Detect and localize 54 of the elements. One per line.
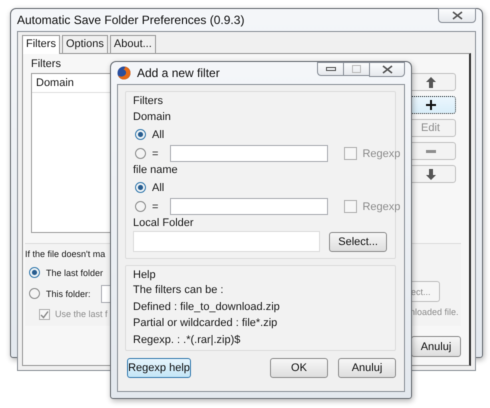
section-label: Local Folder: [133, 216, 194, 230]
cancel-button[interactable]: Anuluj: [338, 358, 396, 378]
radio-button[interactable]: [135, 182, 146, 193]
column-header[interactable]: Domain: [32, 77, 74, 89]
group-label: Help: [133, 268, 156, 282]
section-label: If the file doesn't ma: [25, 248, 106, 261]
maximize-button[interactable]: [343, 62, 369, 76]
plus-icon: [426, 100, 436, 110]
section-label: file name: [133, 163, 178, 177]
radio-button[interactable]: [135, 129, 146, 140]
tab[interactable]: Options: [62, 35, 108, 53]
help-text: Defined : file_to_download.zip: [133, 300, 280, 314]
tab[interactable]: Filters: [22, 35, 60, 54]
close-button[interactable]: [369, 62, 405, 77]
radio-label: All: [152, 128, 164, 140]
globe-icon: [117, 66, 131, 80]
group-label: Filters: [31, 57, 61, 71]
checkbox-label: Use the last f: [55, 309, 108, 319]
dialog-title: Add a new filter: [137, 66, 220, 80]
maximize-icon: [352, 65, 361, 73]
minimize-button[interactable]: [317, 62, 343, 76]
checkbox-label: Regexp: [362, 200, 400, 212]
section-label: Domain: [133, 110, 171, 124]
minimize-icon: [326, 67, 336, 71]
text-field[interactable]: [170, 198, 328, 215]
down-arrow-icon: [426, 168, 436, 180]
help-text: The filters can be :: [133, 283, 224, 298]
radio-label: All: [152, 182, 164, 194]
radio-label: =: [152, 200, 158, 212]
radio-label: =: [152, 148, 158, 160]
regexp-help-button[interactable]: Regexp help: [127, 358, 191, 378]
up-arrow-icon: [426, 76, 436, 88]
cancel-button[interactable]: Anuluj: [411, 336, 461, 357]
folder-field[interactable]: [133, 231, 320, 252]
minus-icon: [426, 150, 436, 152]
ok-button[interactable]: OK: [270, 358, 328, 378]
radio-button[interactable]: [29, 288, 40, 299]
radio-button[interactable]: [135, 201, 146, 212]
close-icon: [382, 65, 392, 74]
radio-label: This folder:: [46, 288, 91, 298]
help-text: Regexp. : .*(.rar|.zip)$: [133, 332, 240, 348]
group-label: Filters: [133, 94, 163, 108]
checkbox-label: Regexp: [362, 148, 400, 160]
radio-label: The last folder: [46, 268, 104, 278]
radio-button[interactable]: [135, 148, 146, 159]
folder-field[interactable]: [100, 284, 111, 302]
window-title: Automatic Save Folder Preferences (0.9.3): [17, 13, 244, 27]
radio-button[interactable]: [29, 267, 40, 278]
tab[interactable]: About...: [110, 35, 156, 53]
text-field[interactable]: [170, 145, 328, 162]
select-button[interactable]: Select...: [329, 232, 387, 252]
close-button[interactable]: [438, 8, 476, 23]
close-icon: [452, 11, 462, 20]
help-text: Partial or wildcarded : file*.zip: [133, 316, 278, 331]
